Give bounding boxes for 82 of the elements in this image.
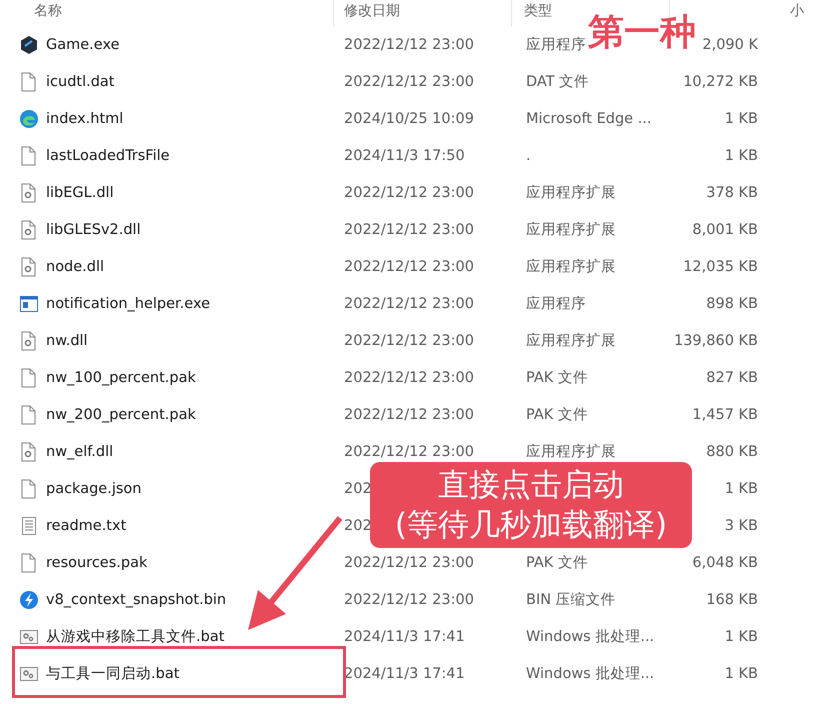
file-type: 应用程序扩展 [526, 222, 616, 238]
file-name[interactable]: nw_100_percent.pak [46, 370, 196, 386]
file-name[interactable]: v8_context_snapshot.bin [46, 592, 226, 608]
column-header[interactable]: 修改日期 [344, 2, 400, 20]
modified-date: 2022/12/12 23:00 [344, 370, 474, 386]
file-name[interactable]: resources.pak [46, 554, 148, 570]
file-type: Windows 批处理... [526, 666, 654, 682]
modified-date: 2024/11/3 17:41 [344, 666, 465, 682]
modified-date: 2022/12/12 23:00 [344, 332, 474, 348]
file-name[interactable]: lastLoadedTrsFile [46, 148, 170, 164]
file-name[interactable]: nw_200_percent.pak [46, 406, 196, 422]
text-file-icon [19, 516, 39, 536]
file-size: 1,457 KB [691, 406, 758, 422]
modified-date: 202 [344, 480, 372, 496]
file-name[interactable]: 从游戏中移除工具文件.bat [46, 627, 224, 646]
file-type: Microsoft Edge ... [526, 110, 652, 126]
file-type: 应用程序扩展 [526, 259, 616, 275]
file-name[interactable]: readme.txt [46, 518, 126, 534]
file-type: PAK 文件 [526, 555, 588, 571]
modified-date: 2022/12/12 23:00 [344, 592, 474, 608]
modified-date: 202 [344, 518, 372, 534]
file-size: 168 KB [705, 592, 758, 608]
file-type: 应用程序扩展 [526, 185, 616, 201]
file-name[interactable]: package.json [46, 480, 142, 496]
modified-date: 2022/12/12 23:00 [344, 74, 474, 90]
file-name[interactable]: nw_elf.dll [46, 444, 114, 460]
window-icon [19, 294, 39, 314]
file-size: 3 KB [724, 518, 758, 534]
column-header[interactable]: 类型 [524, 2, 552, 20]
file-name[interactable]: nw.dll [46, 332, 88, 348]
file-size: 10,272 KB [682, 74, 758, 90]
file-type: 应用程序扩展 [526, 333, 616, 349]
modified-date: 2024/11/3 17:50 [344, 148, 465, 164]
file-name[interactable]: notification_helper.exe [46, 296, 210, 312]
file-size: 898 KB [705, 296, 758, 312]
file-size: 827 KB [705, 370, 758, 386]
file-type: DAT 文件 [526, 74, 590, 90]
column-header[interactable]: 小 [790, 2, 804, 20]
file-type: 应用程序扩展 [526, 444, 616, 460]
column-header[interactable]: 名称 [34, 2, 62, 20]
file-type: 应用程序 [526, 37, 586, 53]
file-size: 2,090 K [701, 36, 758, 52]
modified-date: 2022/12/12 23:00 [344, 222, 474, 238]
file-type: BIN 压缩文件 [526, 592, 616, 608]
bolt-icon [19, 590, 39, 610]
file-size: 8,001 KB [691, 222, 758, 238]
file-size: 12,035 KB [682, 258, 758, 274]
modified-date: 2024/11/3 17:41 [344, 628, 465, 644]
file-name[interactable]: libEGL.dll [46, 184, 114, 200]
modified-date: 2022/12/12 23:00 [344, 444, 474, 460]
file-type: 应用程序 [526, 296, 586, 312]
file-size: 139,860 KB [672, 332, 758, 348]
callout-text: (等待几秒加载翻译) [394, 506, 668, 545]
file-name[interactable]: 与工具一同启动.bat [46, 664, 180, 683]
modified-date: 2024/10/25 10:09 [344, 110, 474, 126]
file-size: 6,048 KB [691, 554, 758, 570]
file-name[interactable]: libGLESv2.dll [46, 222, 141, 238]
file-type: . [526, 148, 531, 164]
file-size: 1 KB [724, 628, 758, 644]
file-type: PAK 文件 [526, 407, 588, 423]
file-size: 378 KB [705, 184, 758, 200]
file-type: Windows 批处理... [526, 629, 654, 645]
file-size: 1 KB [724, 480, 758, 496]
modified-date: 2022/12/12 23:00 [344, 296, 474, 312]
file-size: 1 KB [724, 110, 758, 126]
file-size: 1 KB [724, 148, 758, 164]
annotation-title: 第一种 [588, 11, 696, 55]
modified-date: 2022/12/12 23:00 [344, 258, 474, 274]
file-type: PAK 文件 [526, 370, 588, 386]
cube-icon [19, 34, 39, 54]
file-name[interactable]: node.dll [46, 258, 104, 274]
file-name[interactable]: index.html [46, 110, 124, 126]
modified-date: 2022/12/12 23:00 [344, 554, 474, 570]
modified-date: 2022/12/12 23:00 [344, 406, 474, 422]
file-size: 1 KB [724, 666, 758, 682]
file-name[interactable]: Game.exe [46, 36, 120, 52]
callout-text: 直接点击启动 [438, 466, 624, 505]
modified-date: 2022/12/12 23:00 [344, 184, 474, 200]
file-size: 880 KB [705, 444, 758, 460]
globe-icon [19, 108, 39, 128]
modified-date: 2022/12/12 23:00 [344, 36, 474, 52]
file-name[interactable]: icudtl.dat [46, 74, 114, 90]
